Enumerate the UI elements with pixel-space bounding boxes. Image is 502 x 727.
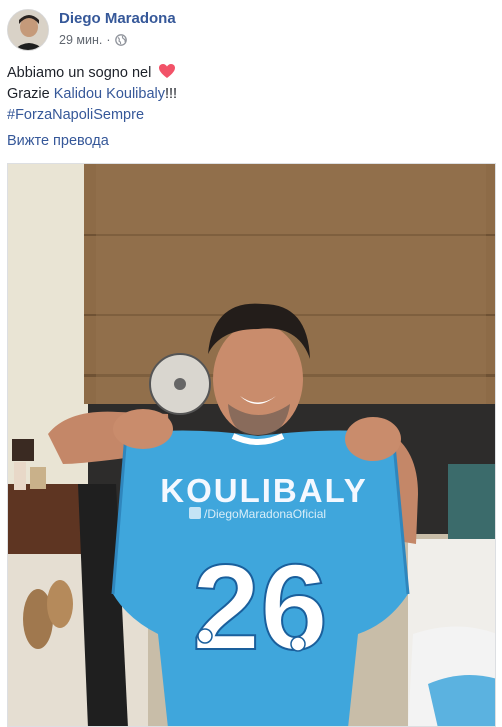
heart-icon [158,63,176,79]
meta-separator: · [106,33,111,47]
post-text: Abbiamo un sogno nel Grazie Kalidou Koul… [7,63,487,126]
exclamations: !!! [165,86,178,102]
mention-link[interactable]: Kalidou Koulibaly [54,86,165,102]
photo-image: KOULIBALY 26 /DiegoMaradonaOficial [8,164,495,726]
jersey-number: 26 [192,539,328,675]
hashtag-link[interactable]: #ForzaNapoliSempre [7,105,487,126]
text-line-1: Abbiamo un sogno nel [7,63,487,84]
facebook-post: Diego Maradona 29 мин. · Abbiamo un sogn… [0,0,502,727]
see-translation-link[interactable]: Вижте превода [7,133,109,149]
avatar-image [8,10,48,50]
globe-icon[interactable] [114,34,127,46]
author-name[interactable]: Diego Maradona [59,10,176,27]
photo-watermark: /DiegoMaradonaOficial [204,507,326,521]
post-header: Diego Maradona 29 мин. · [7,9,487,53]
text-line-2: Grazie Kalidou Koulibaly!!! [7,84,487,105]
thanks-word: Grazie [7,86,50,102]
post-timestamp[interactable]: 29 мин. [59,33,102,47]
text-line-1-content: Abbiamo un sogno nel [7,65,152,81]
post-meta: 29 мин. · [59,33,127,47]
author-avatar[interactable] [7,9,49,51]
jersey-name: KOULIBALY [160,472,367,509]
post-photo[interactable]: KOULIBALY 26 /DiegoMaradonaOficial [7,163,496,727]
